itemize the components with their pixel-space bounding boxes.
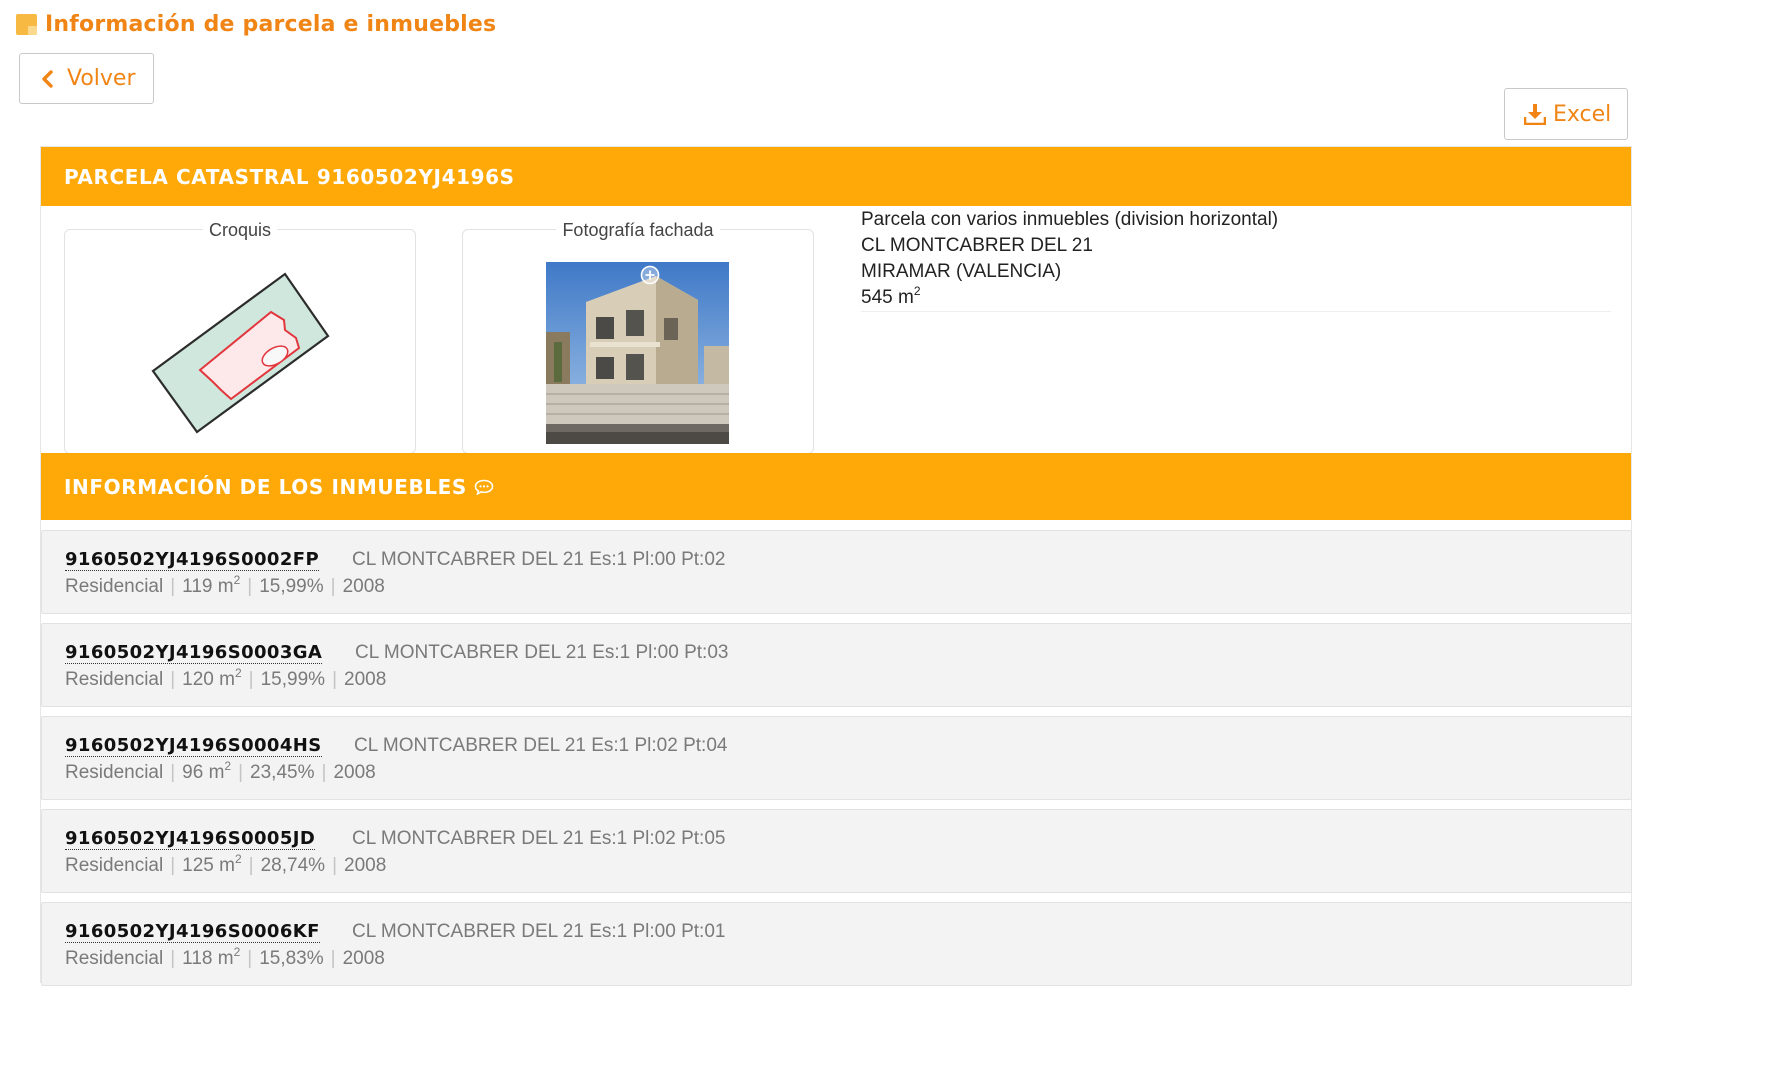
inmueble-meta: Residencial | 119 m2 | 15,99% | 2008: [65, 573, 385, 597]
inmueble-row: 9160502YJ4196S0002FP CL MONTCABRER DEL 2…: [41, 530, 1632, 614]
inmueble-ref-link[interactable]: 9160502YJ4196S0003GA: [65, 642, 323, 664]
parcel-town: MIRAMAR (VALENCIA): [861, 261, 1062, 282]
chevron-left-icon: [42, 69, 53, 88]
inmueble-address: CL MONTCABRER DEL 21 Es:1 Pl:02 Pt:05: [352, 828, 726, 849]
inmueble-address: CL MONTCABRER DEL 21 Es:1 Pl:00 Pt:01: [352, 921, 726, 942]
inmuebles-header-text: INFORMACIÓN DE LOS INMUEBLES: [64, 474, 467, 499]
inmueble-ref-link[interactable]: 9160502YJ4196S0004HS: [65, 735, 322, 757]
inmueble-ref-link[interactable]: 9160502YJ4196S0002FP: [65, 549, 320, 571]
inmueble-meta: Residencial | 118 m2 | 15,83% | 2008: [65, 945, 385, 969]
inmueble-ref-link[interactable]: 9160502YJ4196S0005JD: [65, 828, 316, 850]
back-button[interactable]: Volver: [19, 53, 154, 104]
excel-button-label: Excel: [1553, 101, 1612, 127]
inmueble-meta: Residencial | 125 m2 | 28,74% | 2008: [65, 852, 387, 876]
inmueble-meta: Residencial | 120 m2 | 15,99% | 2008: [65, 666, 387, 690]
inmueble-row: 9160502YJ4196S0004HS CL MONTCABRER DEL 2…: [41, 716, 1632, 800]
parcel-icon: [16, 13, 37, 35]
page-title: Información de parcela e inmuebles: [45, 11, 497, 37]
download-icon: [1524, 104, 1546, 125]
inmueble-address: CL MONTCABRER DEL 21 Es:1 Pl:00 Pt:02: [352, 549, 726, 570]
chat-bubble-icon[interactable]: [474, 479, 494, 495]
parcel-area: 545 m2: [861, 284, 921, 308]
parcel-header-text: PARCELA CATASTRAL 9160502YJ4196S: [64, 164, 515, 189]
facade-photo-label: Fotografía fachada: [556, 220, 720, 240]
parcel-type: Parcela con varios inmuebles (division h…: [861, 209, 1279, 230]
parcel-details: Parcela con varios inmuebles (division h…: [861, 207, 1611, 312]
facade-photo-box: Fotografía fachada: [462, 220, 814, 454]
parcel-header: PARCELA CATASTRAL 9160502YJ4196S: [41, 147, 1631, 206]
inmueble-address: CL MONTCABRER DEL 21 Es:1 Pl:02 Pt:04: [354, 735, 728, 756]
parcel-address: CL MONTCABRER DEL 21: [861, 235, 1093, 256]
inmueble-ref-link[interactable]: 9160502YJ4196S0006KF: [65, 921, 320, 943]
parcel-sketch[interactable]: [145, 268, 345, 438]
back-button-label: Volver: [67, 66, 136, 91]
inmueble-address: CL MONTCABRER DEL 21 Es:1 Pl:00 Pt:03: [355, 642, 729, 663]
inmueble-row: 9160502YJ4196S0006KF CL MONTCABRER DEL 2…: [41, 902, 1632, 986]
croquis-label: Croquis: [202, 220, 278, 240]
croquis-box: Croquis: [64, 220, 416, 454]
inmueble-row: 9160502YJ4196S0003GA CL MONTCABRER DEL 2…: [41, 623, 1632, 707]
facade-photo[interactable]: [546, 262, 729, 444]
inmueble-meta: Residencial | 96 m2 | 23,45% | 2008: [65, 759, 376, 783]
parcel-panel: PARCELA CATASTRAL 9160502YJ4196S Croquis…: [40, 146, 1632, 986]
inmuebles-header: INFORMACIÓN DE LOS INMUEBLES: [41, 453, 1631, 520]
page-header: Información de parcela e inmuebles: [16, 10, 496, 38]
inmueble-row: 9160502YJ4196S0005JD CL MONTCABRER DEL 2…: [41, 809, 1632, 893]
zoom-plus-icon[interactable]: [640, 265, 660, 285]
excel-export-button[interactable]: Excel: [1504, 88, 1628, 140]
